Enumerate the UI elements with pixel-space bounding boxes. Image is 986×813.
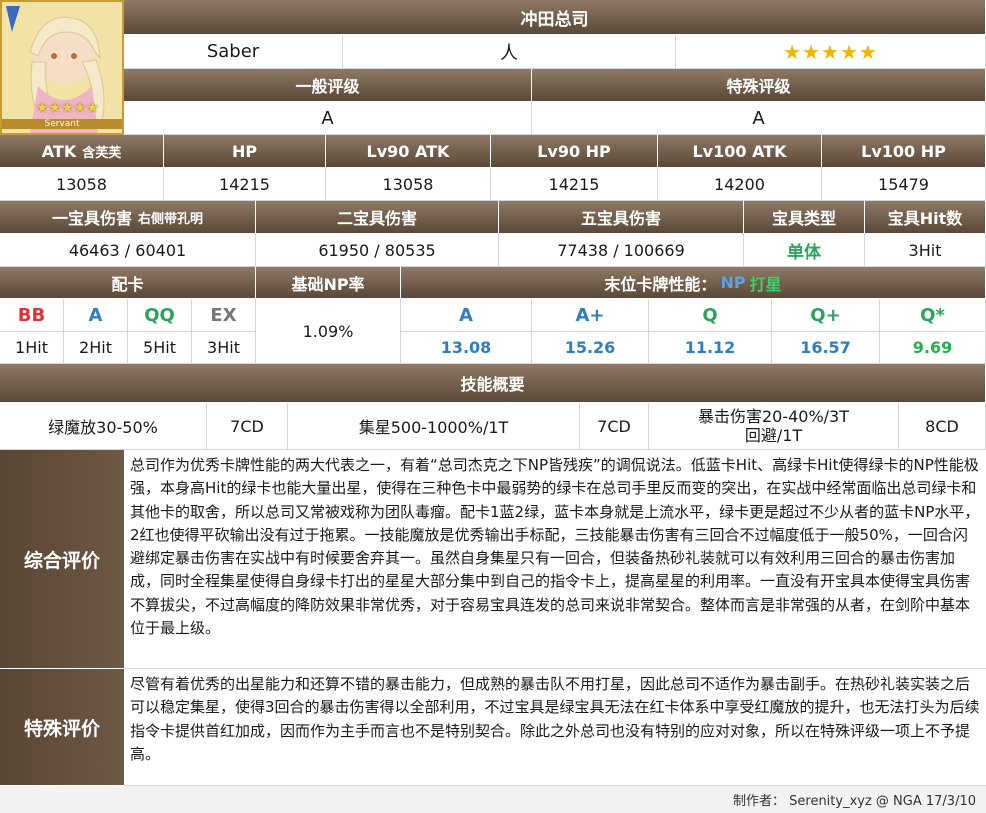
general-rating-label: 一般评级 bbox=[124, 69, 532, 102]
np1-damage-note: 右侧带孔明 bbox=[138, 211, 204, 227]
perf-card-q-star: Q* bbox=[880, 299, 986, 332]
deck-hit-arts: 2Hit bbox=[64, 332, 128, 364]
np2-damage-header: 二宝具伤害 bbox=[256, 201, 499, 234]
tail-star-label: 打星 bbox=[749, 274, 782, 294]
stat-header-atk: ATK 含芙芙 bbox=[0, 135, 164, 168]
stat-value-lv100-hp: 15479 bbox=[822, 168, 986, 201]
stat-header-atk-label: ATK bbox=[41, 141, 77, 161]
servant-name: 冲田总司 bbox=[124, 0, 986, 35]
np1-damage-value: 46463 / 60401 bbox=[0, 234, 256, 267]
np-type-value: 单体 bbox=[744, 234, 865, 267]
perf-value-q-plus: 16.57 bbox=[772, 332, 880, 364]
skill1-cd: 7CD bbox=[207, 403, 288, 450]
np-hits-value: 3Hit bbox=[865, 234, 986, 267]
np-type-header: 宝具类型 bbox=[744, 201, 865, 234]
np5-damage-value: 77438 / 100669 bbox=[499, 234, 744, 267]
general-rating-value: A bbox=[124, 102, 532, 135]
stat-value-lv100-atk: 14200 bbox=[658, 168, 822, 201]
stat-value-hp: 14215 bbox=[164, 168, 326, 201]
servant-portrait: ★★★★★ Servant bbox=[0, 0, 124, 135]
perf-card-a-plus: A+ bbox=[532, 299, 649, 332]
skill3-cd: 8CD bbox=[899, 403, 986, 450]
skill1-desc: 绿魔放30-50% bbox=[0, 403, 207, 450]
base-np-value: 1.09% bbox=[256, 299, 401, 364]
perf-value-q-star: 9.69 bbox=[880, 332, 986, 364]
stat-header-lv90-hp: Lv90 HP bbox=[491, 135, 658, 168]
servant-attribute: 人 bbox=[343, 35, 676, 69]
np1-damage-label: 一宝具伤害 bbox=[51, 209, 132, 228]
overall-review-text: 总司作为优秀卡牌性能的两大代表之一，有着“总司杰克之下NP皆残疾”的调侃说法。低… bbox=[124, 450, 986, 669]
servant-class: Saber bbox=[124, 35, 343, 69]
stat-header-lv100-hp: Lv100 HP bbox=[822, 135, 986, 168]
base-np-header: 基础NP率 bbox=[256, 267, 401, 299]
stat-header-lv90-atk: Lv90 ATK bbox=[326, 135, 491, 168]
stat-value-atk: 13058 bbox=[0, 168, 164, 201]
skill3-desc: 暴击伤害20-40%/3T 回避/1T bbox=[649, 403, 899, 450]
tail-card-label: 末位卡牌性能： bbox=[604, 274, 717, 294]
stat-header-hp: HP bbox=[164, 135, 326, 168]
stat-header-lv100-atk: Lv100 ATK bbox=[658, 135, 822, 168]
deck-hit-buster: 1Hit bbox=[0, 332, 64, 364]
perf-value-a: 13.08 bbox=[401, 332, 532, 364]
deck-header: 配卡 bbox=[0, 267, 256, 299]
special-review-label: 特殊评价 bbox=[0, 669, 124, 786]
skills-title: 技能概要 bbox=[0, 364, 986, 403]
deck-card-extra: EX bbox=[192, 299, 256, 332]
skill2-desc: 集星500-1000%/1T bbox=[288, 403, 580, 450]
perf-card-a: A bbox=[401, 299, 532, 332]
perf-value-a-plus: 15.26 bbox=[532, 332, 649, 364]
np1-damage-header: 一宝具伤害 右侧带孔明 bbox=[0, 201, 256, 234]
stat-value-lv90-hp: 14215 bbox=[491, 168, 658, 201]
stat-header-atk-note: 含芙芙 bbox=[82, 145, 122, 161]
deck-card-buster: BB bbox=[0, 299, 64, 332]
stat-value-lv90-atk: 13058 bbox=[326, 168, 491, 201]
np2-damage-value: 61950 / 80535 bbox=[256, 234, 499, 267]
portrait-label: Servant bbox=[2, 119, 122, 129]
tail-np-label: NP bbox=[720, 273, 746, 292]
skill3-desc-line2: 回避/1T bbox=[744, 426, 803, 445]
deck-hit-extra: 3Hit bbox=[192, 332, 256, 364]
deck-hit-quick: 5Hit bbox=[128, 332, 192, 364]
skill2-cd: 7CD bbox=[580, 403, 649, 450]
np5-damage-header: 五宝具伤害 bbox=[499, 201, 744, 234]
special-rating-value: A bbox=[532, 102, 986, 135]
deck-card-arts: A bbox=[64, 299, 128, 332]
special-rating-label: 特殊评级 bbox=[532, 69, 986, 102]
skill3-desc-line1: 暴击伤害20-40%/3T bbox=[697, 407, 850, 426]
rarity-stars: ★★★★★ bbox=[676, 35, 986, 69]
np-hits-header: 宝具Hit数 bbox=[865, 201, 986, 234]
deck-card-quick: QQ bbox=[128, 299, 192, 332]
portrait-stars: ★★★★★ bbox=[36, 100, 99, 116]
special-review-text: 尽管有着优秀的出星能力和还算不错的暴击能力，但成熟的暴击队不用打星，因此总司不适… bbox=[124, 669, 986, 786]
tail-card-header: 末位卡牌性能： NP 打星 bbox=[401, 267, 986, 299]
author-credit: 制作者： Serenity_xyz @ NGA 17/3/10 bbox=[0, 786, 986, 813]
overall-review-label: 综合评价 bbox=[0, 450, 124, 669]
perf-card-q: Q bbox=[649, 299, 772, 332]
perf-card-q-plus: Q+ bbox=[772, 299, 880, 332]
perf-value-q: 11.12 bbox=[649, 332, 772, 364]
